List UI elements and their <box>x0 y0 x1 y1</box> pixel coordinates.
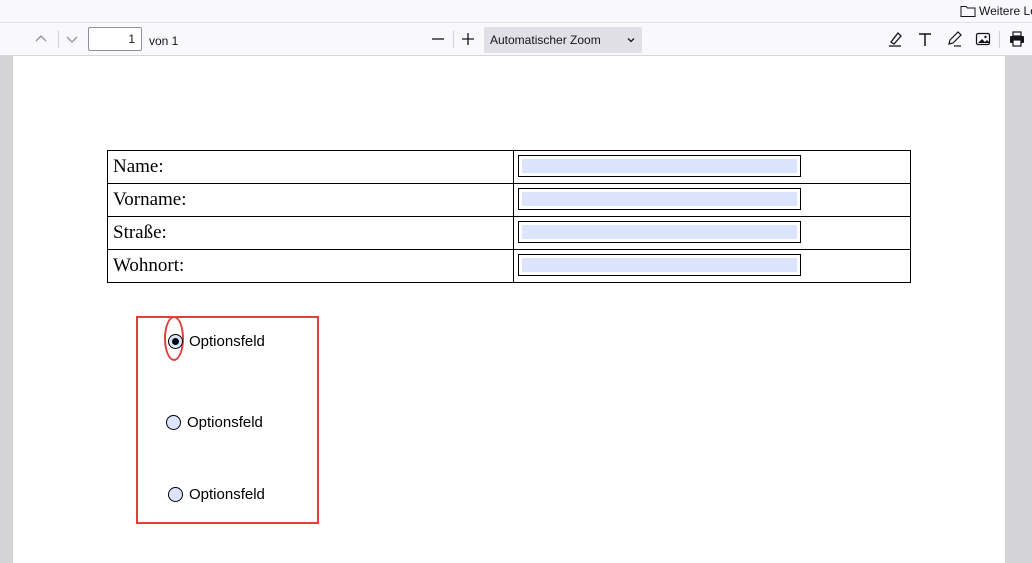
radio-option-label: Optionsfeld <box>187 414 263 431</box>
vorname-field[interactable] <box>518 188 801 210</box>
next-page-button[interactable] <box>60 27 84 51</box>
folder-icon <box>960 6 976 17</box>
page-count-label: von 1 <box>149 34 179 48</box>
field-label-vorname: Vorname: <box>107 183 514 217</box>
highlighter-icon <box>889 32 902 47</box>
add-text-button[interactable] <box>913 27 937 51</box>
radio-option-label: Optionsfeld <box>189 486 265 503</box>
highlight-button[interactable] <box>883 27 907 51</box>
field-label-strasse: Straße: <box>107 216 514 250</box>
print-button[interactable] <box>1005 27 1029 51</box>
bookmark-folder-other[interactable]: Weitere Le <box>960 0 1032 22</box>
bookmark-folder-label: Weitere Le <box>979 4 1032 18</box>
radio-button[interactable] <box>166 415 181 430</box>
table-row: Wohnort: <box>107 249 911 283</box>
chevron-down-icon <box>627 38 635 43</box>
radio-option-2[interactable]: Optionsfeld <box>166 414 263 431</box>
wohnort-field[interactable] <box>518 254 801 276</box>
image-icon <box>975 32 991 46</box>
chevron-down-icon <box>66 36 78 43</box>
printer-icon <box>1010 31 1024 47</box>
table-row: Name: <box>107 150 911 184</box>
chevron-up-icon <box>35 35 47 42</box>
radio-button-checked[interactable] <box>168 334 183 349</box>
document-viewer[interactable]: Name: Vorname: Straße: Wohnort: Optionsf… <box>0 56 1032 563</box>
field-label-name: Name: <box>107 150 514 184</box>
previous-page-button[interactable] <box>29 27 53 51</box>
strasse-field[interactable] <box>518 221 801 243</box>
toolbar-separator <box>999 31 1000 48</box>
form-table: Name: Vorname: Straße: Wohnort: <box>107 150 911 283</box>
radio-option-1[interactable]: Optionsfeld <box>168 333 265 350</box>
plus-icon <box>462 33 474 45</box>
minus-icon <box>432 38 444 40</box>
zoom-in-button[interactable] <box>456 27 480 51</box>
bookmarks-bar: Weitere Le <box>0 0 1032 23</box>
add-image-button[interactable] <box>971 27 995 51</box>
text-icon <box>919 33 931 46</box>
radio-option-3[interactable]: Optionsfeld <box>168 486 265 503</box>
table-row: Vorname: <box>107 183 911 217</box>
zoom-select-label: Automatischer Zoom <box>490 33 601 47</box>
toolbar-separator <box>58 31 59 48</box>
zoom-out-button[interactable] <box>426 27 450 51</box>
pdf-page: Name: Vorname: Straße: Wohnort: Optionsf… <box>13 56 1005 563</box>
toolbar-separator <box>453 31 454 48</box>
field-label-wohnort: Wohnort: <box>107 249 514 283</box>
page-number-input[interactable] <box>88 27 142 51</box>
draw-button[interactable] <box>942 27 966 51</box>
radio-button[interactable] <box>168 487 183 502</box>
name-field[interactable] <box>518 155 801 177</box>
pen-icon <box>948 31 962 47</box>
zoom-select[interactable]: Automatischer Zoom <box>484 27 642 53</box>
table-row: Straße: <box>107 216 911 250</box>
radio-option-label: Optionsfeld <box>189 333 265 350</box>
